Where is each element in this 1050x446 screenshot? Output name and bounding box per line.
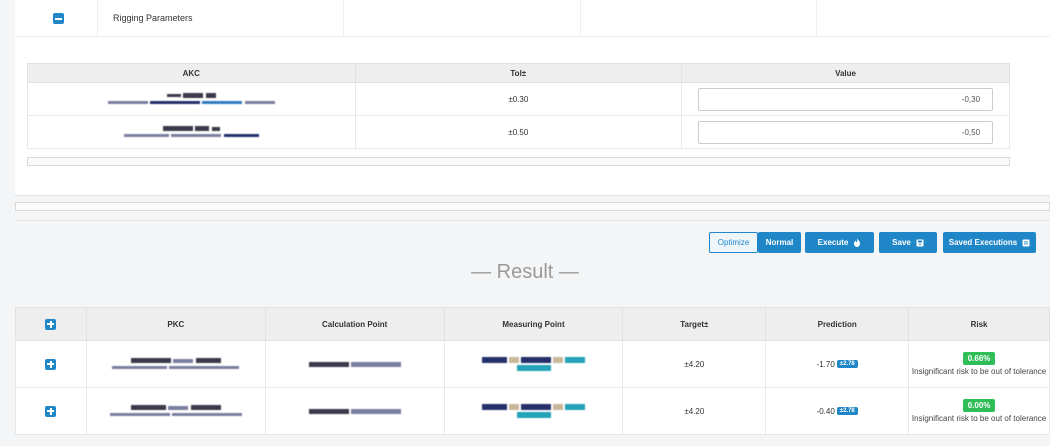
risk-badge: 0.00% <box>962 398 996 412</box>
rigging-header-cell <box>581 0 817 37</box>
risk-badge: 0.66% <box>962 351 996 365</box>
divider <box>15 220 1050 221</box>
risk-description: Insignificant risk to be out of toleranc… <box>911 413 1047 423</box>
saved-executions-label: Saved Executions <box>948 238 1018 247</box>
pkc-cell-redacted <box>85 387 266 435</box>
lock-icon <box>916 239 924 246</box>
expand-all-header <box>15 307 87 341</box>
prediction-cell: -1.70 ±2.78 <box>765 340 910 388</box>
expand-all-icon[interactable] <box>45 318 57 330</box>
risk-description: Insignificant risk to be out of toleranc… <box>911 366 1047 376</box>
rigging-header-cell <box>344 0 581 37</box>
tol-cell: ±0.50 <box>354 115 683 149</box>
akc-table: AKC Tol± Value ±0.30 -0,30 ±0.50 -0,50 <box>27 63 1010 149</box>
pkc-column-header: PKC <box>85 307 266 341</box>
target-column-header: Target± <box>622 307 767 341</box>
value-cell <box>681 115 1010 149</box>
target-cell: ±4.20 <box>622 387 767 435</box>
akc-table-header: AKC Tol± Value <box>27 63 1010 83</box>
target-cell: ±4.20 <box>622 340 767 388</box>
normal-button[interactable]: Normal <box>758 232 801 253</box>
save-label: Save <box>892 238 911 247</box>
rigging-header-row: Rigging Parameters <box>15 0 1050 37</box>
measuring-point-cell-redacted <box>443 340 624 388</box>
horizontal-scrollbar[interactable] <box>15 202 1050 211</box>
akc-column-header: AKC <box>27 63 356 83</box>
tol-column-header: Tol± <box>354 63 683 83</box>
expand-row-icon[interactable] <box>45 358 57 370</box>
save-button[interactable]: Save <box>879 232 937 253</box>
akc-cell-redacted <box>27 82 356 116</box>
table-row: ±4.20 -1.70 ±2.78 0.66% Insignificant ris… <box>15 340 1050 388</box>
risk-cell: 0.66% Insignificant risk to be out of to… <box>908 340 1050 388</box>
table-row: ±4.20 -0.40 ±2.78 0.00% Insignificant ris… <box>15 387 1050 435</box>
horizontal-scrollbar[interactable] <box>27 157 1010 166</box>
risk-column-header: Risk <box>908 307 1050 341</box>
prediction-cell: -0.40 ±2.78 <box>765 387 910 435</box>
value-column-header: Value <box>681 63 1010 83</box>
pkc-cell-redacted <box>85 340 266 388</box>
akc-cell-redacted <box>27 115 356 149</box>
saved-executions-button[interactable]: Saved Executions <box>943 232 1036 253</box>
pkc-table-header: PKC Calculation Point Measuring Point Ta… <box>15 307 1050 341</box>
execute-button[interactable]: Execute <box>805 232 874 253</box>
measuring-point-cell-redacted <box>443 387 624 435</box>
risk-cell: 0.00% Insignificant risk to be out of to… <box>908 387 1050 435</box>
value-input[interactable] <box>698 120 994 144</box>
expand-cell <box>15 340 87 388</box>
expand-cell <box>15 387 87 435</box>
prediction-value: -0.40 <box>816 406 835 416</box>
value-cell <box>681 82 1010 116</box>
table-row: ±0.50 <box>27 115 1010 149</box>
archive-icon <box>1022 239 1030 246</box>
table-row: ±0.30 <box>27 82 1010 116</box>
calc-point-column-header: Calculation Point <box>264 307 445 341</box>
prediction-value: -1.70 <box>816 359 835 369</box>
optimize-label: Optimize <box>717 238 750 247</box>
execute-label: Execute <box>817 238 849 247</box>
prediction-column-header: Prediction <box>765 307 910 341</box>
expand-row-icon[interactable] <box>45 405 57 417</box>
tol-cell: ±0.30 <box>354 82 683 116</box>
measuring-point-column-header: Measuring Point <box>443 307 624 341</box>
fire-icon <box>854 238 861 247</box>
pkc-table: PKC Calculation Point Measuring Point Ta… <box>15 307 1050 435</box>
value-input[interactable] <box>698 87 994 111</box>
calc-point-cell-redacted <box>264 387 445 435</box>
result-heading: — Result — <box>471 261 579 283</box>
optimize-button[interactable]: Optimize <box>709 232 758 253</box>
rigging-title: Rigging Parameters <box>113 13 193 23</box>
prediction-range-badge: ±2.78 <box>836 360 858 369</box>
collapse-icon[interactable] <box>53 13 64 24</box>
prediction-range-badge: ±2.78 <box>836 407 858 416</box>
normal-label: Normal <box>765 238 794 247</box>
calc-point-cell-redacted <box>264 340 445 388</box>
